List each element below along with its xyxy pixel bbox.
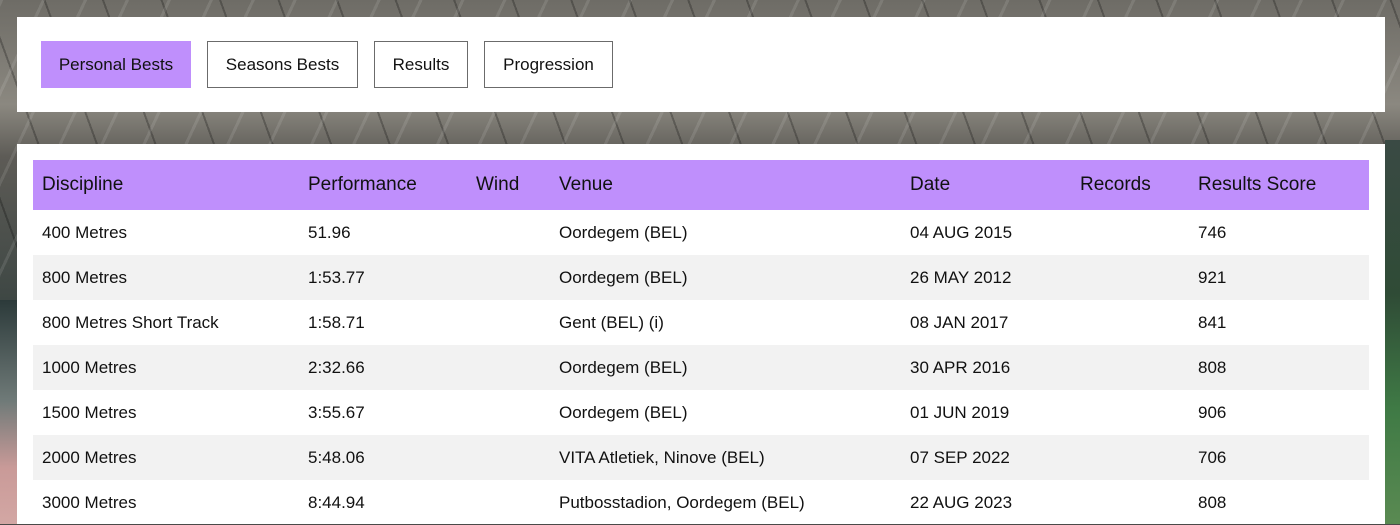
cell-venue: Oordegem (BEL)	[559, 402, 688, 422]
column-header-results-score[interactable]: Results Score	[1189, 160, 1369, 210]
table-row: 2000 Metres 5:48.06 VITA Atletiek, Ninov…	[33, 435, 1369, 480]
cell-discipline: 800 Metres	[42, 267, 128, 287]
tab-results[interactable]: Results	[374, 41, 468, 88]
cell-results-score: 921	[1198, 267, 1227, 287]
cell-date: 08 JAN 2017	[910, 312, 1009, 332]
cell-records	[1071, 300, 1189, 345]
cell-performance: 3:55.67	[308, 402, 365, 422]
profile-tabs-panel: Personal Bests Seasons Bests Results Pro…	[17, 17, 1385, 112]
cell-discipline: 3000 Metres	[42, 492, 137, 512]
cell-date: 30 APR 2016	[910, 357, 1011, 377]
cell-results-score: 706	[1198, 447, 1227, 467]
column-header-wind[interactable]: Wind	[467, 160, 550, 210]
column-header-discipline[interactable]: Discipline	[33, 160, 299, 210]
table-row: 1000 Metres 2:32.66 Oordegem (BEL) 30 AP…	[33, 345, 1369, 390]
cell-results-score: 808	[1198, 492, 1227, 512]
cell-date: 01 JUN 2019	[910, 402, 1010, 422]
cell-discipline: 2000 Metres	[42, 447, 137, 467]
cell-performance: 5:48.06	[308, 447, 365, 467]
cell-venue: Oordegem (BEL)	[559, 267, 688, 287]
tab-progression[interactable]: Progression	[484, 41, 613, 88]
cell-date: 07 SEP 2022	[910, 447, 1010, 467]
cell-date: 04 AUG 2015	[910, 222, 1013, 242]
tab-seasons-bests[interactable]: Seasons Bests	[207, 41, 358, 88]
cell-records	[1071, 390, 1189, 435]
cell-wind	[467, 210, 550, 255]
cell-records	[1071, 435, 1189, 480]
background-track-edge	[0, 300, 17, 524]
cell-wind	[467, 345, 550, 390]
cell-records	[1071, 210, 1189, 255]
cell-date: 26 MAY 2012	[910, 267, 1012, 287]
cell-venue: Gent (BEL) (i)	[559, 312, 664, 332]
table-row: 800 Metres Short Track 1:58.71 Gent (BEL…	[33, 300, 1369, 345]
cell-performance: 1:53.77	[308, 267, 365, 287]
column-header-date[interactable]: Date	[901, 160, 1071, 210]
tab-personal-bests[interactable]: Personal Bests	[41, 41, 191, 88]
cell-wind	[467, 480, 550, 525]
cell-date: 22 AUG 2023	[910, 492, 1013, 512]
table-header-row: Discipline Performance Wind Venue Date R…	[33, 160, 1369, 210]
cell-venue: VITA Atletiek, Ninove (BEL)	[559, 447, 765, 467]
cell-wind	[467, 390, 550, 435]
cell-results-score: 841	[1198, 312, 1227, 332]
personal-bests-table: Discipline Performance Wind Venue Date R…	[33, 160, 1369, 525]
column-header-venue[interactable]: Venue	[550, 160, 901, 210]
cell-performance: 1:58.71	[308, 312, 365, 332]
table-row: 400 Metres 51.96 Oordegem (BEL) 04 AUG 2…	[33, 210, 1369, 255]
column-header-records[interactable]: Records	[1071, 160, 1189, 210]
cell-records	[1071, 480, 1189, 525]
cell-results-score: 808	[1198, 357, 1227, 377]
cell-performance: 8:44.94	[308, 492, 365, 512]
background-field-edge	[1385, 140, 1400, 524]
personal-bests-panel: Discipline Performance Wind Venue Date R…	[17, 144, 1385, 524]
cell-records	[1071, 255, 1189, 300]
cell-results-score: 746	[1198, 222, 1227, 242]
cell-discipline: 400 Metres	[42, 222, 128, 242]
column-header-performance[interactable]: Performance	[299, 160, 467, 210]
cell-performance: 51.96	[308, 222, 351, 242]
table-row: 800 Metres 1:53.77 Oordegem (BEL) 26 MAY…	[33, 255, 1369, 300]
cell-venue: Oordegem (BEL)	[559, 222, 688, 242]
cell-venue: Putbosstadion, Oordegem (BEL)	[559, 492, 805, 512]
cell-performance: 2:32.66	[308, 357, 365, 377]
cell-records	[1071, 345, 1189, 390]
cell-discipline: 1500 Metres	[42, 402, 137, 422]
cell-wind	[467, 255, 550, 300]
cell-discipline: 1000 Metres	[42, 357, 137, 377]
cell-discipline: 800 Metres Short Track	[42, 312, 219, 332]
table-row: 1500 Metres 3:55.67 Oordegem (BEL) 01 JU…	[33, 390, 1369, 435]
cell-wind	[467, 435, 550, 480]
table-row: 3000 Metres 8:44.94 Putbosstadion, Oorde…	[33, 480, 1369, 525]
cell-wind	[467, 300, 550, 345]
cell-venue: Oordegem (BEL)	[559, 357, 688, 377]
cell-results-score: 906	[1198, 402, 1227, 422]
